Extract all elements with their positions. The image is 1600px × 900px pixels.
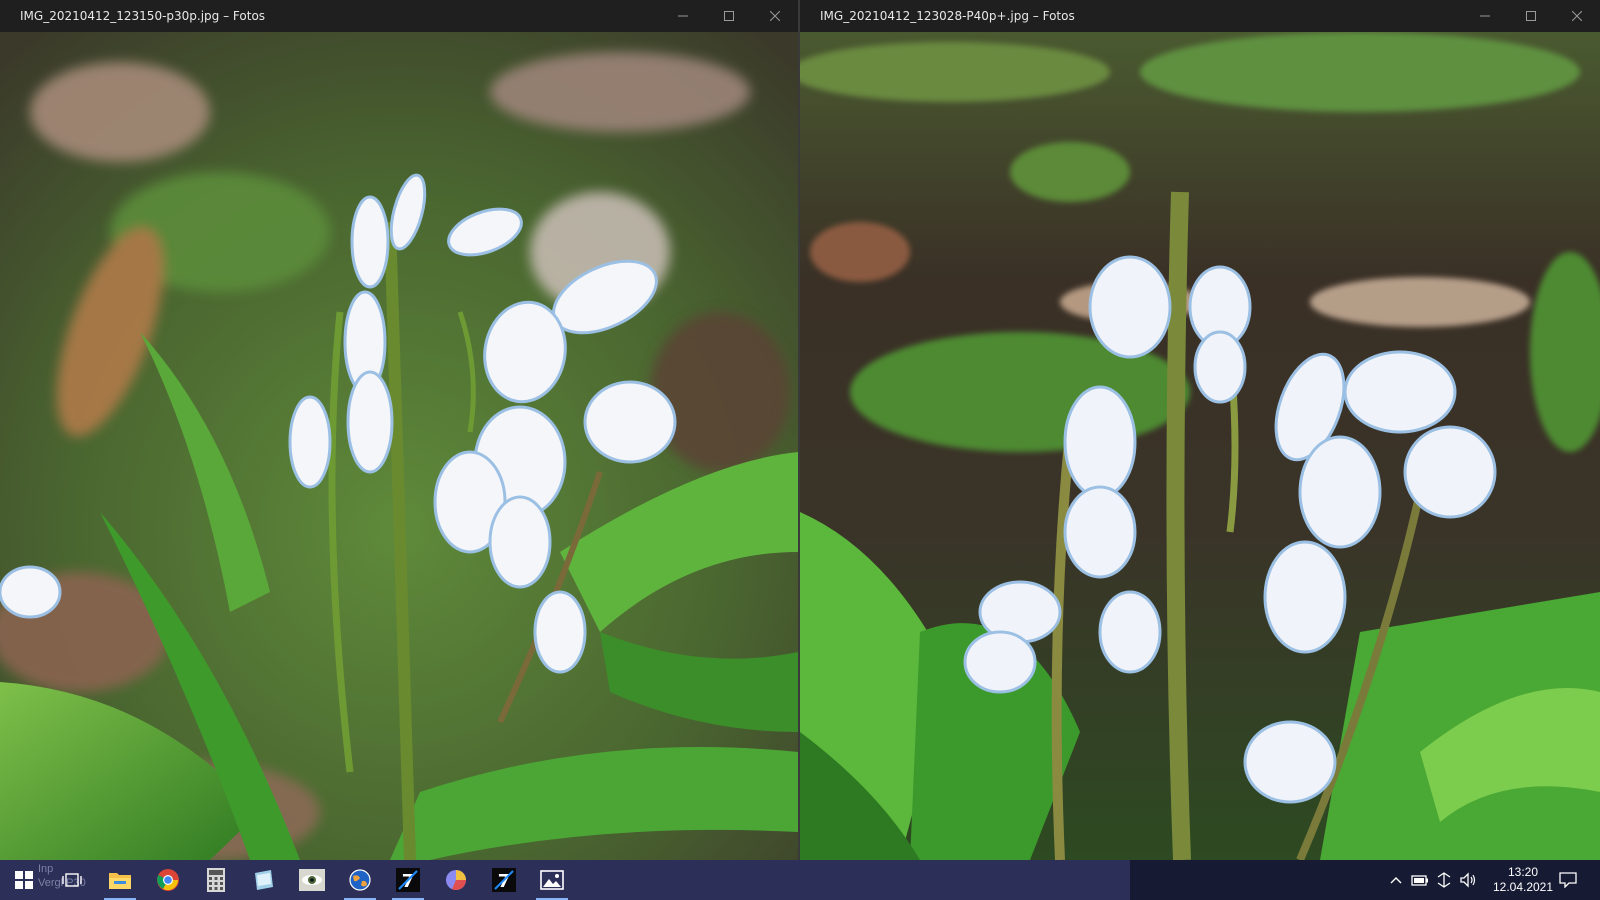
taskbar-app-photos[interactable] bbox=[528, 860, 576, 900]
calculator-icon bbox=[207, 868, 225, 892]
file-explorer-icon bbox=[109, 873, 131, 889]
maximize-icon bbox=[1526, 11, 1536, 21]
globe-app-icon bbox=[349, 869, 371, 891]
taskbar-clock[interactable]: 13:20 12.04.2021 bbox=[1488, 865, 1558, 895]
tray-overflow-button[interactable] bbox=[1384, 860, 1408, 900]
seven-app-icon-2: 7 bbox=[492, 868, 516, 892]
title-bar[interactable]: IMG_20210412_123028-P40p+.jpg – Fotos bbox=[800, 0, 1600, 32]
photos-window-left: IMG_20210412_123150-p30p.jpg – Fotos bbox=[0, 0, 798, 860]
svg-text:7: 7 bbox=[402, 871, 415, 892]
window-title: IMG_20210412_123150-p30p.jpg – Fotos bbox=[20, 9, 266, 23]
maximize-button[interactable] bbox=[1508, 0, 1554, 32]
tray-network-button[interactable] bbox=[1432, 860, 1456, 900]
notebook-icon bbox=[255, 870, 273, 890]
close-button[interactable] bbox=[752, 0, 798, 32]
taskbar-app-globe[interactable] bbox=[336, 860, 384, 900]
clock-time: 13:20 bbox=[1507, 865, 1539, 879]
battery-icon bbox=[1411, 875, 1428, 886]
photos-icon bbox=[540, 870, 564, 890]
svg-text:7: 7 bbox=[498, 871, 511, 892]
taskbar-app-notebook[interactable] bbox=[240, 860, 288, 900]
chart-app-icon bbox=[446, 870, 467, 891]
photo-view[interactable] bbox=[800, 32, 1600, 860]
minimize-icon bbox=[1480, 15, 1490, 17]
taskbar-app-calculator[interactable] bbox=[192, 860, 240, 900]
task-view-button[interactable] bbox=[48, 860, 96, 900]
taskbar-app-seven-2[interactable]: 7 bbox=[480, 860, 528, 900]
taskbar-app-chrome[interactable] bbox=[144, 860, 192, 900]
taskbar: Inp Vergl P30 7 7 13:20 12.04.2021 bbox=[0, 860, 1600, 900]
window-title: IMG_20210412_123028-P40p+.jpg – Fotos bbox=[820, 9, 1075, 23]
tray-volume-button[interactable] bbox=[1456, 860, 1480, 900]
maximize-icon bbox=[724, 11, 734, 21]
windows-start-icon bbox=[15, 871, 33, 889]
flower-photo bbox=[800, 32, 1600, 860]
tray-battery-button[interactable] bbox=[1408, 860, 1432, 900]
notification-icon bbox=[1559, 872, 1577, 888]
chrome-icon bbox=[157, 869, 179, 891]
chevron-up-icon bbox=[1390, 877, 1402, 884]
speaker-icon bbox=[1460, 872, 1476, 888]
minimize-icon bbox=[678, 15, 688, 17]
seven-app-icon-1: 7 bbox=[396, 868, 420, 892]
photos-window-right: IMG_20210412_123028-P40p+.jpg – Fotos bbox=[800, 0, 1600, 860]
photo-view[interactable] bbox=[0, 32, 798, 860]
taskbar-app-chart[interactable] bbox=[432, 860, 480, 900]
task-view-icon bbox=[62, 873, 82, 887]
taskbar-app-file-explorer[interactable] bbox=[96, 860, 144, 900]
close-button[interactable] bbox=[1554, 0, 1600, 32]
minimize-button[interactable] bbox=[1462, 0, 1508, 32]
clock-date: 12.04.2021 bbox=[1492, 880, 1554, 894]
taskbar-app-eye[interactable] bbox=[288, 860, 336, 900]
action-center-button[interactable] bbox=[1550, 860, 1586, 900]
close-icon bbox=[770, 11, 780, 21]
taskbar-app-seven-1[interactable]: 7 bbox=[384, 860, 432, 900]
title-bar[interactable]: IMG_20210412_123150-p30p.jpg – Fotos bbox=[0, 0, 798, 32]
start-button[interactable] bbox=[0, 860, 48, 900]
network-icon bbox=[1437, 872, 1451, 888]
eye-app-icon bbox=[299, 869, 325, 891]
flower-photo bbox=[0, 32, 798, 860]
close-icon bbox=[1572, 11, 1582, 21]
minimize-button[interactable] bbox=[660, 0, 706, 32]
maximize-button[interactable] bbox=[706, 0, 752, 32]
